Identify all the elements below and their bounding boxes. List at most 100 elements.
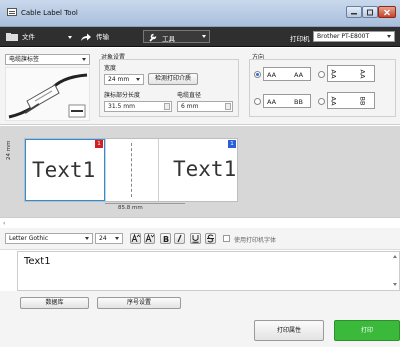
- chevron-down-icon: [68, 36, 72, 39]
- chevron-down-icon: [136, 78, 140, 81]
- cable-diameter-field[interactable]: 6 mm: [177, 101, 233, 112]
- send-menu[interactable]: 传输: [80, 31, 130, 43]
- flag-length-label: 旗标部分长度: [104, 92, 141, 99]
- format-toolbar: Letter Gothic 24 B 使用打印机字体: [0, 228, 400, 250]
- orientation-radio-2[interactable]: [318, 71, 325, 78]
- scroll-up-icon[interactable]: [393, 255, 397, 258]
- orientation-text: AA: [329, 69, 338, 79]
- underline-icon: [192, 235, 199, 243]
- minimize-button[interactable]: [346, 6, 362, 18]
- italic-icon: [177, 234, 182, 243]
- left-text-object[interactable]: Text1: [25, 139, 105, 201]
- folder-icon: [6, 33, 18, 41]
- orientation-preview-4: AA BB: [327, 92, 375, 109]
- orientation-preview-2: AA AA: [327, 65, 375, 82]
- bold-button[interactable]: B: [160, 233, 171, 244]
- font-increase-icon: [131, 233, 141, 243]
- orientation-preview-3: AA BB: [263, 94, 311, 108]
- app-icon: [7, 8, 17, 16]
- maximize-button[interactable]: [362, 6, 378, 18]
- label-center-guide: [131, 143, 132, 197]
- spinner-icon[interactable]: [164, 103, 170, 110]
- orientation-text: BB: [294, 98, 303, 106]
- file-menu-label: 文件: [22, 33, 35, 41]
- flag-length-value: 31.5 mm: [108, 103, 135, 110]
- orientation-text: AA: [267, 71, 277, 79]
- orientation-radio-4[interactable]: [318, 98, 325, 105]
- database-button[interactable]: 数据库: [20, 297, 89, 309]
- label-preview-image: [5, 67, 90, 121]
- flag-length-field[interactable]: 31.5 mm: [104, 101, 172, 112]
- scroll-down-icon[interactable]: [393, 283, 397, 286]
- text-editor-content: Text1: [24, 256, 51, 267]
- cable-diameter-value: 6 mm: [181, 103, 199, 110]
- decrease-font-button[interactable]: [144, 233, 155, 244]
- tools-menu[interactable]: 工具: [143, 30, 210, 43]
- orientation-radio-1[interactable]: [254, 71, 261, 78]
- printer-caption: 打印机: [290, 35, 310, 43]
- italic-button[interactable]: [174, 233, 185, 244]
- label-text-right[interactable]: Text1: [173, 157, 236, 181]
- chevron-down-icon: [82, 58, 86, 61]
- bottom-panel: 数据库 序号设置 打印属性 打印: [0, 291, 400, 347]
- strikethrough-icon: [207, 234, 214, 243]
- increase-font-button[interactable]: [130, 233, 141, 244]
- chevron-down-icon: [115, 237, 119, 240]
- print-properties-button[interactable]: 打印属性: [254, 320, 324, 341]
- bold-icon: B: [163, 235, 169, 244]
- object-badge-right: 1: [228, 140, 236, 148]
- close-button[interactable]: [378, 6, 396, 18]
- font-size-value: 24: [99, 235, 107, 242]
- width-value: 24 mm: [108, 76, 130, 83]
- orientation-text: BB: [358, 96, 367, 106]
- main-toolbar: 文件 传输 工具 打印机 Brother PT-E800T: [0, 27, 400, 47]
- orientation-text: AA: [358, 69, 367, 79]
- splitter[interactable]: ‹: [0, 217, 400, 228]
- print-button[interactable]: 打印: [334, 320, 400, 341]
- maximize-icon: [367, 9, 373, 16]
- font-decrease-icon: [145, 233, 155, 243]
- spinner-icon[interactable]: [225, 103, 231, 110]
- detect-media-button[interactable]: 检测打印介质: [148, 73, 198, 85]
- use-printer-font-label: 使用打印机字体: [234, 237, 277, 244]
- text-editor[interactable]: Text1: [17, 251, 400, 291]
- orientation-preview-1: AA AA: [263, 67, 311, 81]
- label-fold-line: [105, 139, 106, 201]
- close-icon: [384, 9, 390, 16]
- minimize-icon: [351, 13, 357, 15]
- chevron-down-icon: [387, 35, 391, 38]
- strikethrough-button[interactable]: [205, 233, 216, 244]
- label-text-left: Text1: [32, 158, 96, 182]
- window-title: Cable Label Tool: [21, 9, 78, 17]
- font-size-select[interactable]: 24: [95, 233, 123, 244]
- arrow-share-icon: [81, 33, 91, 41]
- orientation-text: AA: [267, 98, 277, 106]
- settings-panel: 电缆旗标签 对象设置 宽度 24 mm 检测打印介质 旗标部分长度 电缆直径 3…: [0, 48, 400, 125]
- width-label: 宽度: [104, 65, 117, 72]
- label-fold-line: [158, 139, 159, 201]
- chevron-down-icon: [202, 35, 206, 38]
- orientation-text: AA: [294, 71, 304, 79]
- label-height-ruler: 24 mm: [6, 140, 12, 160]
- printer-select-value: Brother PT-E800T: [317, 33, 370, 40]
- printer-select[interactable]: Brother PT-E800T: [313, 31, 395, 42]
- chevron-left-icon[interactable]: ‹: [3, 220, 5, 227]
- cable-diameter-label: 电缆直径: [177, 92, 202, 99]
- orientation-radio-3[interactable]: [254, 98, 261, 105]
- numbering-button[interactable]: 序号设置: [97, 297, 181, 309]
- font-value: Letter Gothic: [9, 235, 49, 242]
- label-width-ruler-line: [105, 203, 185, 204]
- label-type-value: 电缆旗标签: [9, 56, 40, 63]
- orientation-text: AA: [329, 96, 338, 106]
- file-menu[interactable]: 文件: [6, 31, 76, 43]
- underline-button[interactable]: [190, 233, 201, 244]
- title-bar: Cable Label Tool: [0, 0, 400, 27]
- svg-text:B: B: [163, 235, 169, 243]
- chevron-down-icon: [85, 237, 89, 240]
- object-badge-left: 1: [95, 140, 103, 148]
- label-type-select[interactable]: 电缆旗标签: [5, 54, 90, 65]
- cable-label[interactable]: Text1 1 Text1 1: [24, 138, 238, 202]
- use-printer-font-checkbox[interactable]: [223, 235, 230, 242]
- width-select[interactable]: 24 mm: [104, 74, 144, 85]
- font-select[interactable]: Letter Gothic: [5, 233, 93, 244]
